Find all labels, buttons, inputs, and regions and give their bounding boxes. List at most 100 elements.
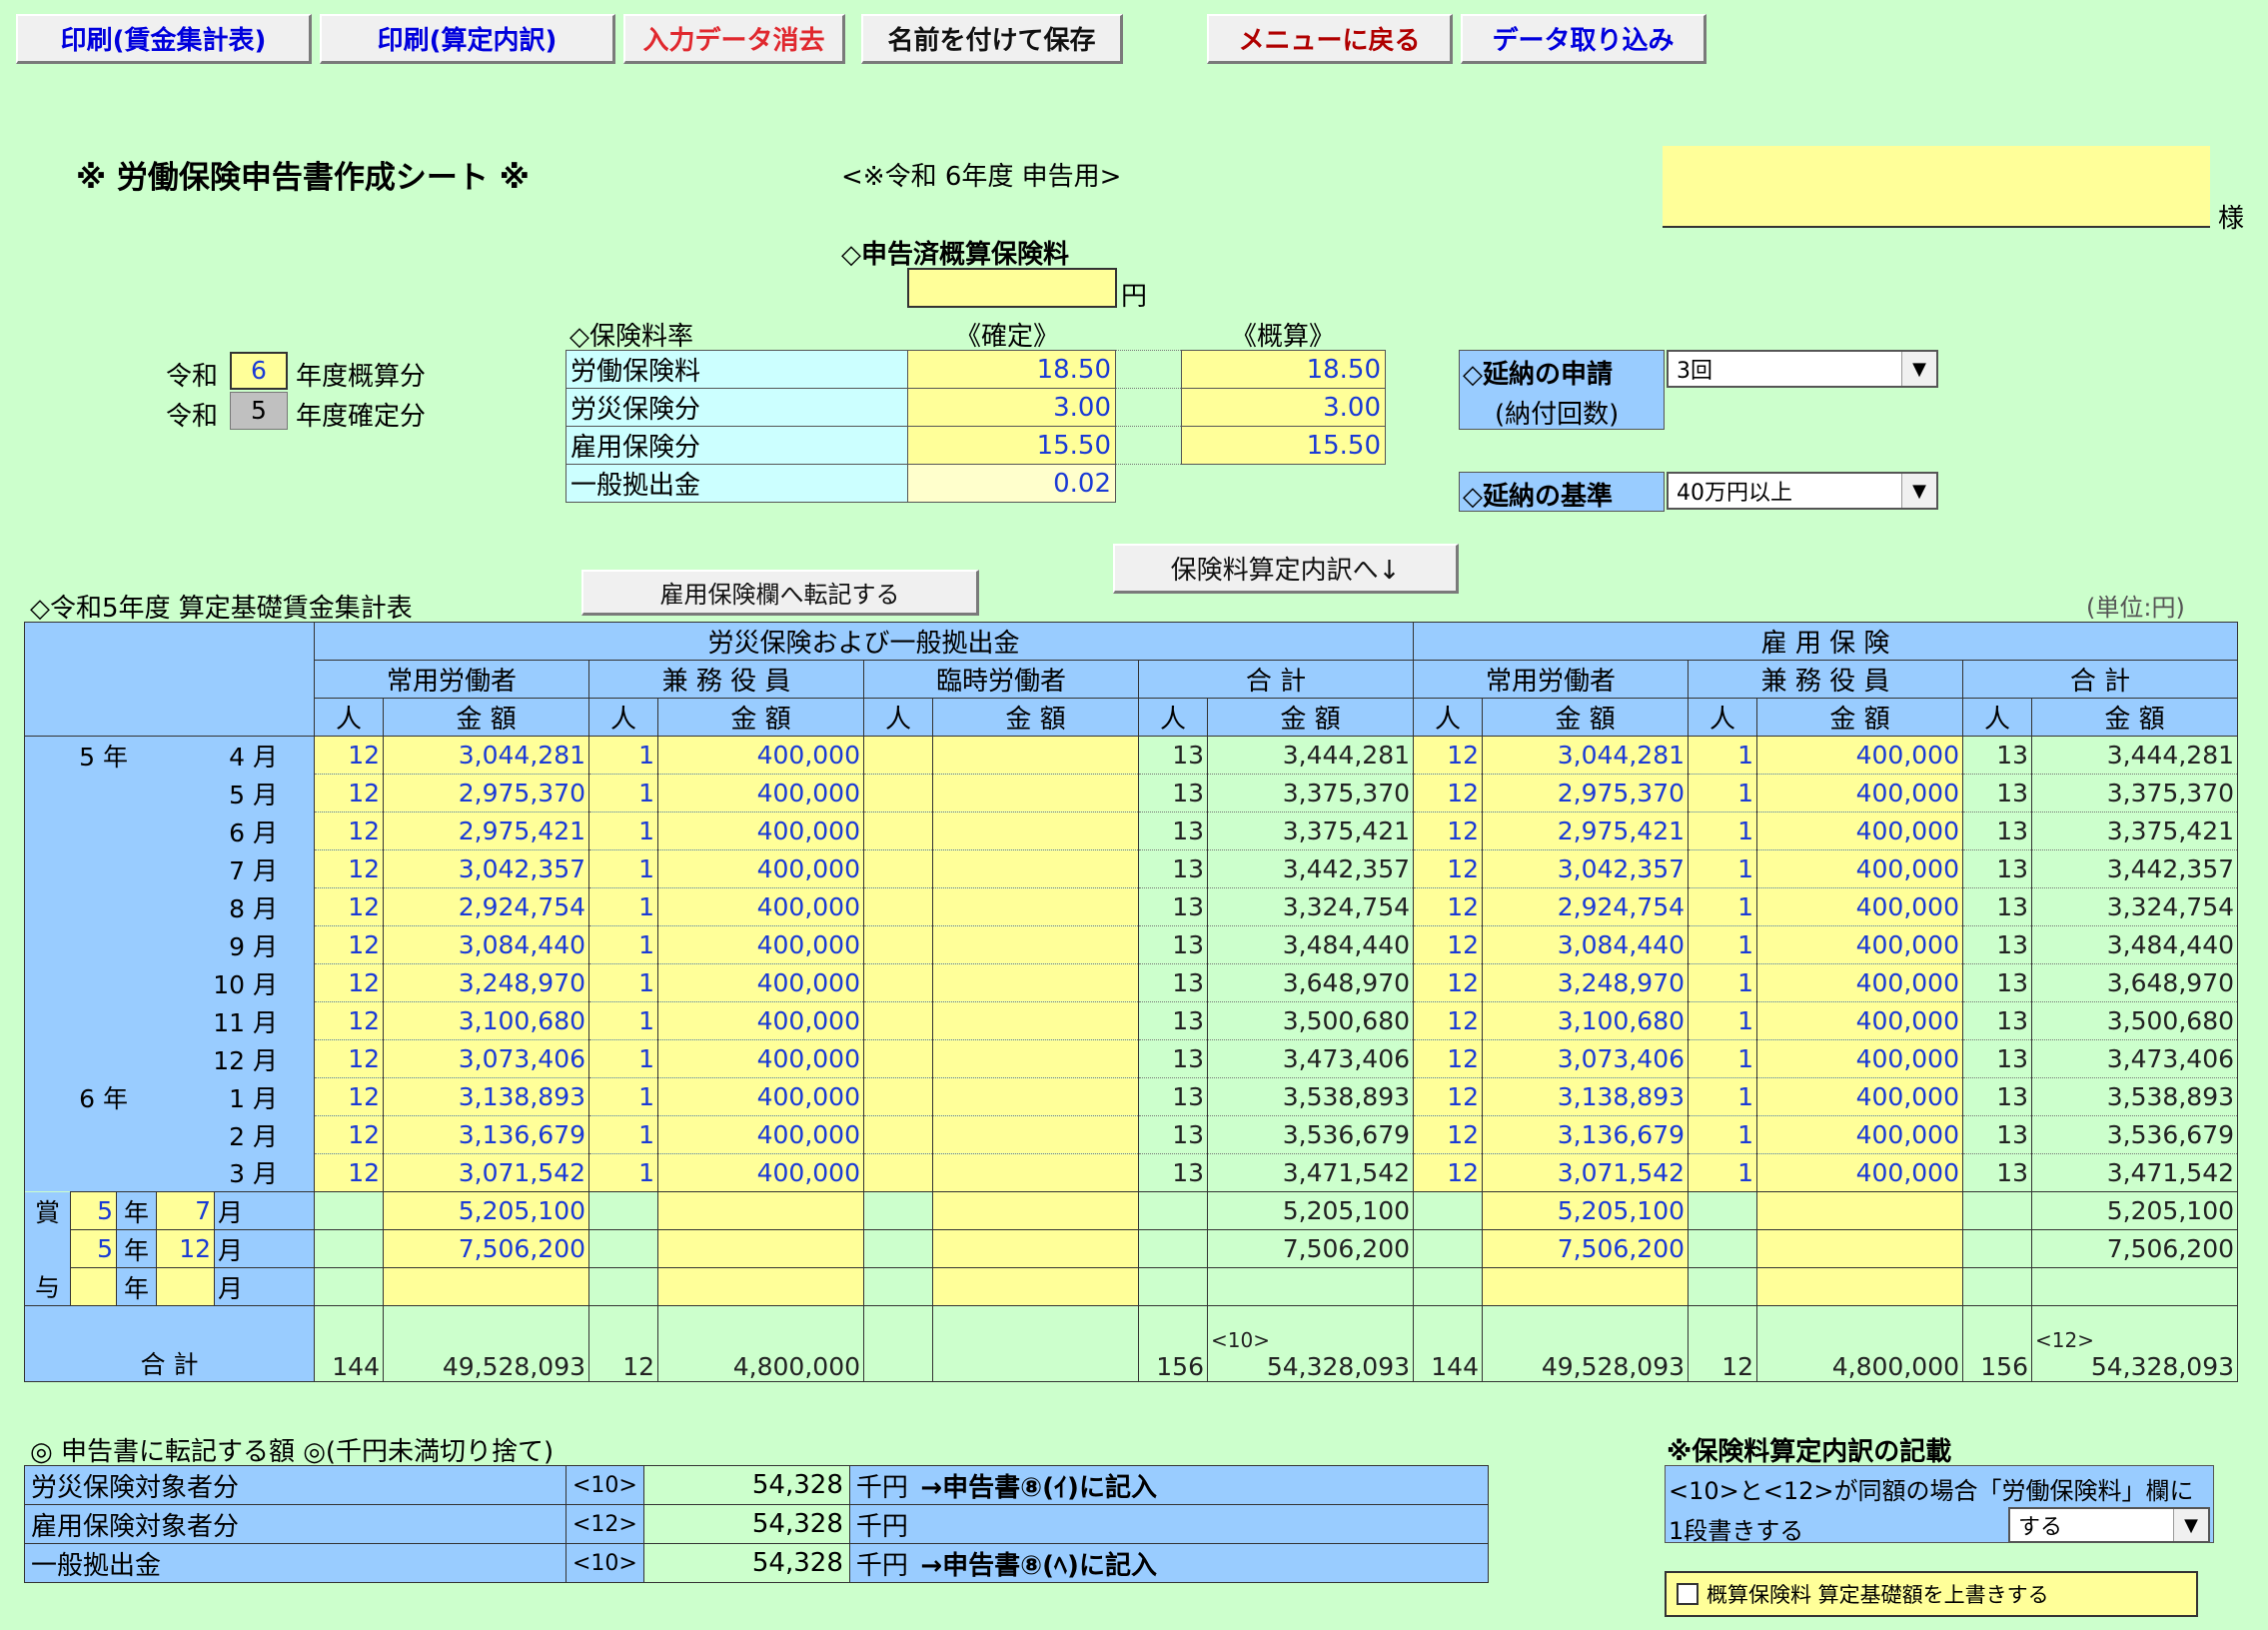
gaisan-paid-input[interactable]: [907, 268, 1117, 308]
count-officer[interactable]: 1: [588, 774, 658, 813]
bonus-amount-e-officer[interactable]: [1756, 1267, 1963, 1306]
amount-e-officer[interactable]: 400,000: [1756, 1077, 1963, 1116]
clear-data-button[interactable]: 入力データ消去: [623, 14, 845, 64]
gaisan-year-input[interactable]: 6: [230, 352, 288, 390]
amount-temp[interactable]: [932, 963, 1139, 1002]
amount-e-regular[interactable]: 2,924,754: [1482, 887, 1689, 926]
bonus-amount-temp[interactable]: [932, 1191, 1139, 1230]
ennou-basis-select[interactable]: 40万円以上 ▼: [1667, 472, 1938, 510]
chevron-down-icon[interactable]: ▼: [1901, 352, 1936, 386]
count-temp[interactable]: [863, 849, 933, 888]
amount-e-officer[interactable]: 400,000: [1756, 849, 1963, 888]
count-e-officer[interactable]: 1: [1688, 774, 1757, 813]
amount-e-regular[interactable]: 3,138,893: [1482, 1077, 1689, 1116]
bonus-amount-e-regular[interactable]: 7,506,200: [1482, 1229, 1689, 1268]
amount-officer[interactable]: 400,000: [657, 736, 864, 775]
count-temp[interactable]: [863, 1001, 933, 1040]
note-select[interactable]: する ▼: [2008, 1507, 2210, 1543]
amount-temp[interactable]: [932, 1115, 1139, 1154]
count-temp[interactable]: [863, 1077, 933, 1116]
count-e-officer[interactable]: 1: [1688, 925, 1757, 964]
count-officer[interactable]: 1: [588, 849, 658, 888]
amount-e-officer[interactable]: 400,000: [1756, 1115, 1963, 1154]
amount-e-regular[interactable]: 3,136,679: [1482, 1115, 1689, 1154]
count-e-regular[interactable]: 12: [1413, 736, 1483, 775]
chevron-down-icon[interactable]: ▼: [1901, 474, 1936, 508]
print-wage-button[interactable]: 印刷(賃金集計表): [16, 14, 312, 64]
bonus-amount-regular[interactable]: 5,205,100: [383, 1191, 589, 1230]
amount-e-officer[interactable]: 400,000: [1756, 812, 1963, 850]
amount-e-officer[interactable]: 400,000: [1756, 1001, 1963, 1040]
count-temp[interactable]: [863, 812, 933, 850]
count-regular[interactable]: 12: [314, 1077, 384, 1116]
amount-officer[interactable]: 400,000: [657, 887, 864, 926]
rate-kakutei[interactable]: 15.50: [907, 426, 1116, 465]
count-temp[interactable]: [863, 1153, 933, 1192]
count-regular[interactable]: 12: [314, 774, 384, 813]
count-e-regular[interactable]: 12: [1413, 1153, 1483, 1192]
amount-e-officer[interactable]: 400,000: [1756, 736, 1963, 775]
chevron-down-icon[interactable]: ▼: [2173, 1509, 2208, 1541]
bonus-amount-temp[interactable]: [932, 1267, 1139, 1306]
rate-gaisan[interactable]: 18.50: [1181, 350, 1386, 389]
bonus-amount-regular[interactable]: [383, 1267, 589, 1306]
amount-regular[interactable]: 2,975,421: [383, 812, 589, 850]
count-e-officer[interactable]: 1: [1688, 963, 1757, 1002]
bonus-amount-e-officer[interactable]: [1756, 1191, 1963, 1230]
amount-e-officer[interactable]: 400,000: [1756, 925, 1963, 964]
count-regular[interactable]: 12: [314, 849, 384, 888]
amount-temp[interactable]: [932, 1153, 1139, 1192]
overwrite-checkbox[interactable]: [1677, 1583, 1699, 1605]
count-e-officer[interactable]: 1: [1688, 736, 1757, 775]
count-regular[interactable]: 12: [314, 1153, 384, 1192]
amount-temp[interactable]: [932, 812, 1139, 850]
bonus-amount-temp[interactable]: [932, 1229, 1139, 1268]
count-officer[interactable]: 1: [588, 963, 658, 1002]
count-e-regular[interactable]: 12: [1413, 774, 1483, 813]
bonus-amount-officer[interactable]: [657, 1191, 864, 1230]
bonus-year[interactable]: [70, 1267, 117, 1306]
count-regular[interactable]: 12: [314, 887, 384, 926]
amount-regular[interactable]: 3,044,281: [383, 736, 589, 775]
bonus-month[interactable]: 12: [156, 1229, 215, 1268]
bonus-amount-e-regular[interactable]: [1482, 1267, 1689, 1306]
amount-e-regular[interactable]: 3,084,440: [1482, 925, 1689, 964]
ennou-count-select[interactable]: 3回 ▼: [1667, 350, 1938, 388]
amount-temp[interactable]: [932, 887, 1139, 926]
amount-e-regular[interactable]: 2,975,421: [1482, 812, 1689, 850]
count-e-officer[interactable]: 1: [1688, 1115, 1757, 1154]
count-regular[interactable]: 12: [314, 736, 384, 775]
amount-regular[interactable]: 3,073,406: [383, 1039, 589, 1078]
count-e-regular[interactable]: 12: [1413, 1001, 1483, 1040]
amount-officer[interactable]: 400,000: [657, 925, 864, 964]
count-temp[interactable]: [863, 1039, 933, 1078]
count-officer[interactable]: 1: [588, 1077, 658, 1116]
count-e-officer[interactable]: 1: [1688, 812, 1757, 850]
amount-officer[interactable]: 400,000: [657, 1077, 864, 1116]
count-e-officer[interactable]: 1: [1688, 887, 1757, 926]
import-data-button[interactable]: データ取り込み: [1461, 14, 1706, 64]
amount-e-officer[interactable]: 400,000: [1756, 774, 1963, 813]
count-e-officer[interactable]: 1: [1688, 1001, 1757, 1040]
bonus-amount-regular[interactable]: 7,506,200: [383, 1229, 589, 1268]
amount-officer[interactable]: 400,000: [657, 1001, 864, 1040]
bonus-month[interactable]: [156, 1267, 215, 1306]
amount-temp[interactable]: [932, 849, 1139, 888]
count-e-regular[interactable]: 12: [1413, 925, 1483, 964]
rate-gaisan[interactable]: 3.00: [1181, 388, 1386, 427]
count-officer[interactable]: 1: [588, 812, 658, 850]
count-e-regular[interactable]: 12: [1413, 1115, 1483, 1154]
count-e-regular[interactable]: 12: [1413, 812, 1483, 850]
count-temp[interactable]: [863, 1115, 933, 1154]
amount-e-officer[interactable]: 400,000: [1756, 1039, 1963, 1078]
count-officer[interactable]: 1: [588, 1153, 658, 1192]
count-regular[interactable]: 12: [314, 1115, 384, 1154]
amount-regular[interactable]: 3,248,970: [383, 963, 589, 1002]
amount-e-regular[interactable]: 3,073,406: [1482, 1039, 1689, 1078]
count-e-regular[interactable]: 12: [1413, 849, 1483, 888]
amount-regular[interactable]: 3,100,680: [383, 1001, 589, 1040]
count-e-regular[interactable]: 12: [1413, 963, 1483, 1002]
amount-e-regular[interactable]: 3,071,542: [1482, 1153, 1689, 1192]
rate-kakutei[interactable]: 0.02: [907, 464, 1116, 503]
amount-officer[interactable]: 400,000: [657, 812, 864, 850]
